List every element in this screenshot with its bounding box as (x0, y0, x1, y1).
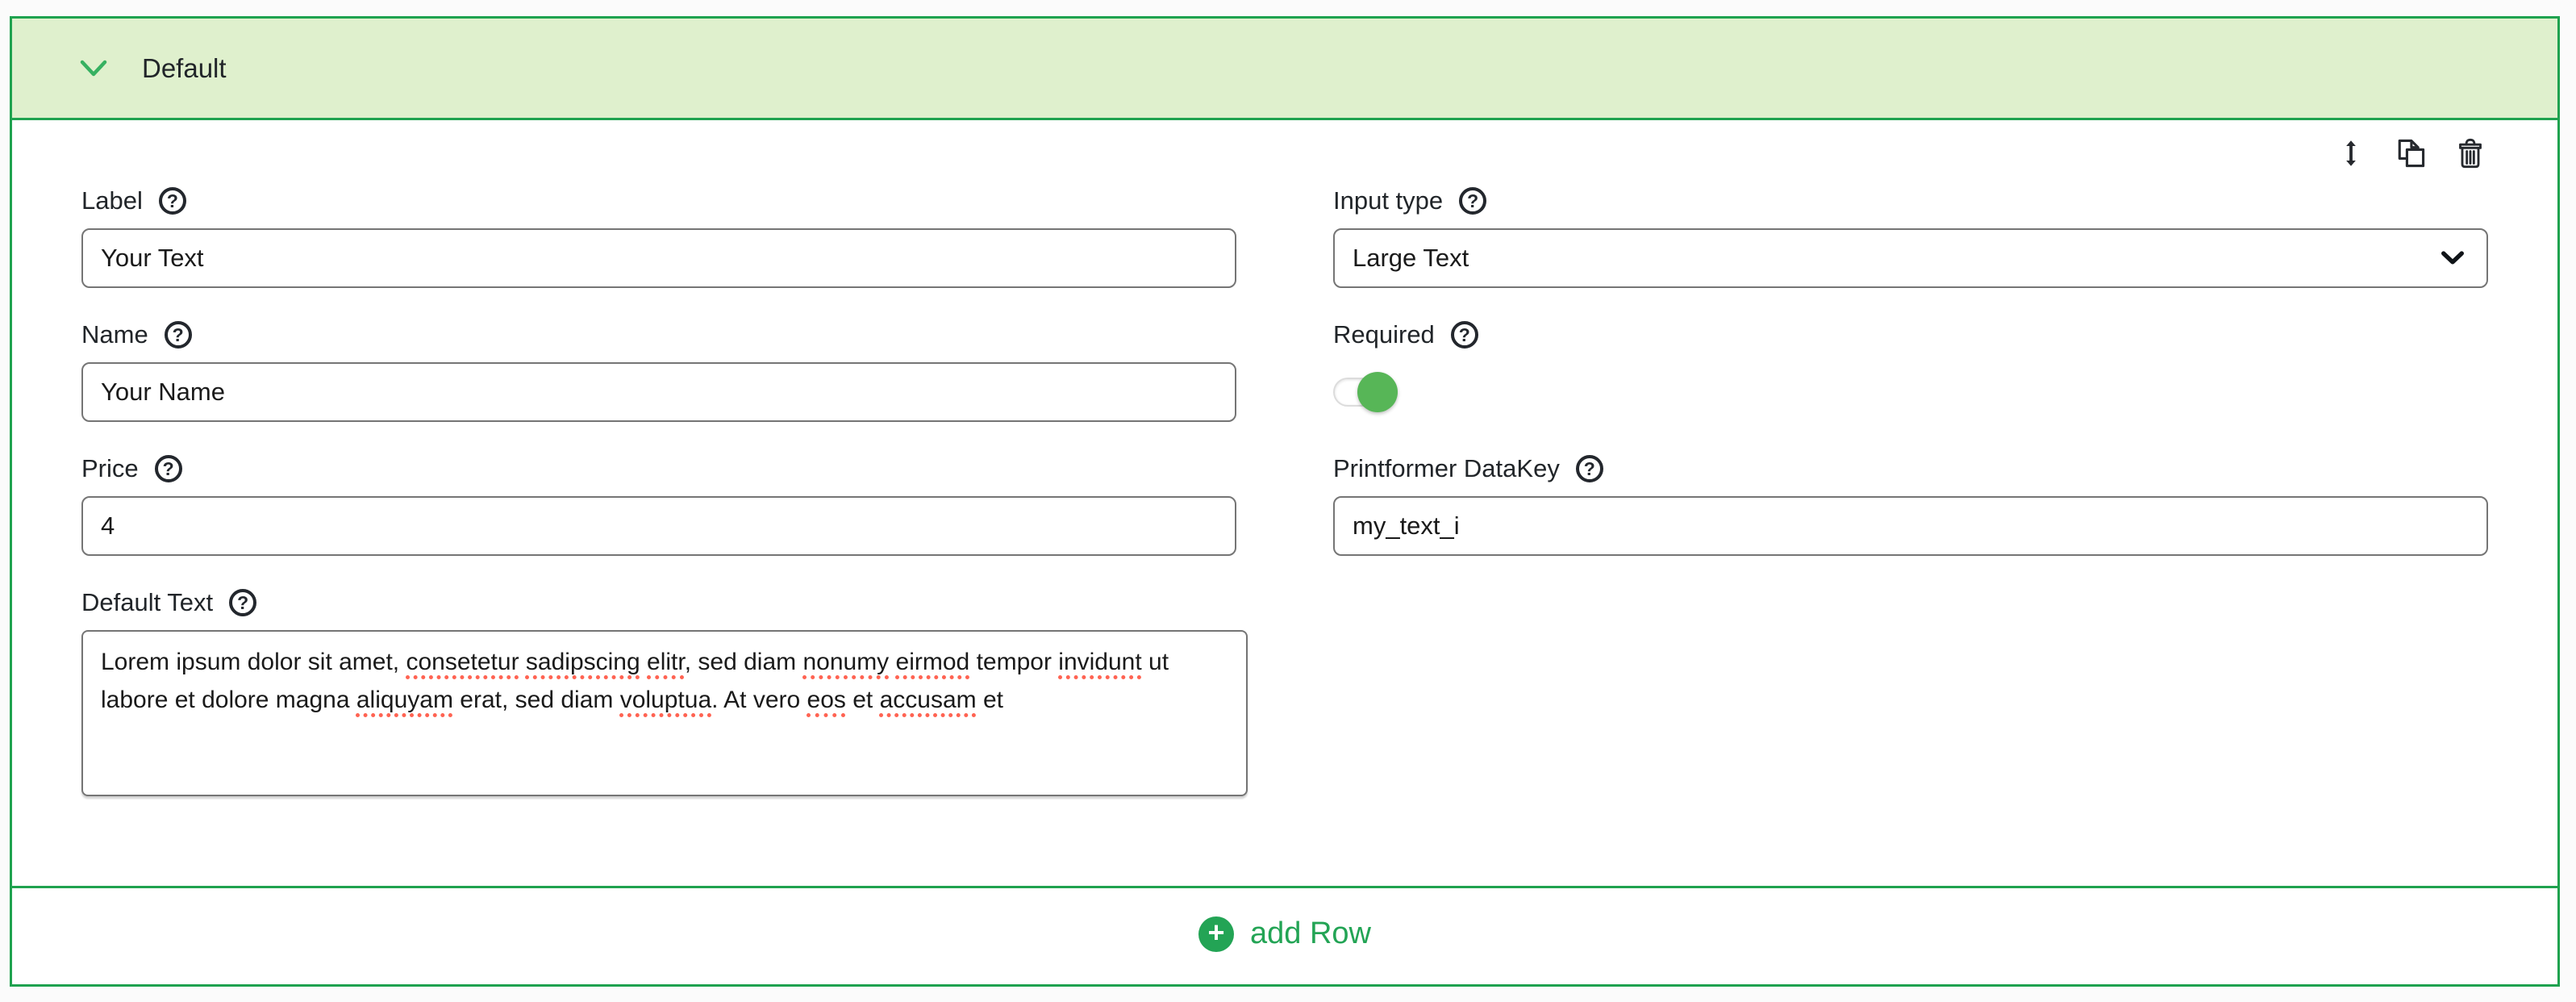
row-config-panel: Default (10, 16, 2560, 987)
help-icon[interactable]: ? (1451, 321, 1478, 349)
label-field-group: Label ? (81, 185, 1236, 288)
field-label: Name ? (81, 319, 1236, 351)
help-icon[interactable]: ? (165, 321, 192, 349)
help-icon[interactable]: ? (1459, 187, 1486, 215)
field-label: Input type ? (1333, 185, 2488, 217)
default-text-field-group: Default Text ? Lorem ipsum dolor sit ame… (81, 587, 1236, 796)
input-type-selected-value: Large Text (1353, 244, 1469, 273)
select-caret-icon (2441, 251, 2464, 265)
default-text-field-label: Default Text (81, 588, 213, 617)
field-label: Label ? (81, 185, 1236, 217)
input-type-field-label: Input type (1333, 186, 1443, 215)
toggle-knob (1357, 372, 1398, 412)
form-column-left: Label ? Name ? Price ? (81, 185, 1236, 827)
input-type-field-group: Input type ? Large Text (1333, 185, 2488, 288)
help-icon[interactable]: ? (1576, 455, 1603, 482)
plus-icon: + (1198, 916, 1234, 952)
help-icon[interactable]: ? (159, 187, 186, 215)
trash-icon (2454, 136, 2486, 171)
help-icon[interactable]: ? (155, 455, 182, 482)
add-row-label: add Row (1250, 916, 1371, 951)
name-field-label: Name (81, 320, 148, 349)
required-field-group: Required ? (1333, 319, 2488, 422)
duplicate-row-button[interactable] (2393, 135, 2428, 172)
field-label: Price ? (81, 453, 1236, 485)
price-field-label: Price (81, 454, 139, 483)
price-input[interactable] (81, 496, 1236, 556)
name-field-group: Name ? (81, 319, 1236, 422)
datakey-field-label: Printformer DataKey (1333, 454, 1560, 483)
help-icon[interactable]: ? (229, 589, 256, 616)
row-toolbar (81, 135, 2488, 172)
datakey-input[interactable] (1333, 496, 2488, 556)
required-toggle-row (1333, 362, 2488, 422)
required-toggle[interactable] (1333, 378, 1396, 407)
move-vertical-icon (2344, 136, 2358, 171)
field-label: Required ? (1333, 319, 2488, 351)
datakey-field-group: Printformer DataKey ? (1333, 453, 2488, 556)
duplicate-icon (2393, 136, 2428, 171)
label-input[interactable] (81, 228, 1236, 288)
row-config-body: Label ? Name ? Price ? (12, 120, 2557, 888)
chevron-down-icon (80, 60, 107, 77)
required-field-label: Required (1333, 320, 1435, 349)
default-text-textarea[interactable]: Lorem ipsum dolor sit amet, consetetur s… (81, 630, 1248, 796)
delete-row-button[interactable] (2453, 135, 2488, 172)
input-type-select[interactable]: Large Text (1333, 228, 2488, 288)
section-title: Default (142, 53, 227, 84)
label-field-label: Label (81, 186, 143, 215)
field-label: Default Text ? (81, 587, 1236, 619)
field-label: Printformer DataKey ? (1333, 453, 2488, 485)
price-field-group: Price ? (81, 453, 1236, 556)
collapsible-section-header[interactable]: Default (12, 19, 2557, 120)
add-row-button[interactable]: + add Row (12, 888, 2557, 979)
name-input[interactable] (81, 362, 1236, 422)
form-column-right: Input type ? Large Text Requ (1333, 185, 2488, 827)
form-grid: Label ? Name ? Price ? (81, 185, 2488, 827)
move-row-button[interactable] (2333, 135, 2369, 172)
